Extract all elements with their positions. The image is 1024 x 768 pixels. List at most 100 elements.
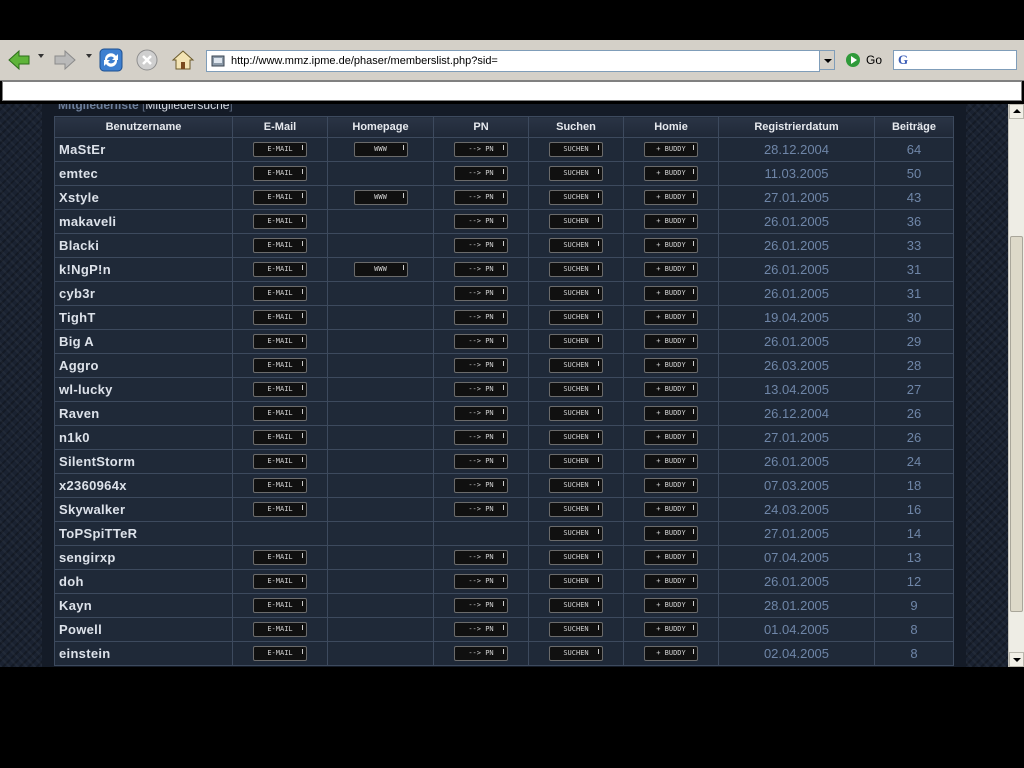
member-name-link[interactable]: ToPSpiTTeR <box>59 526 137 541</box>
add-buddy-button[interactable]: + BUDDY <box>644 621 698 637</box>
email-button[interactable]: E-MAIL <box>253 237 307 253</box>
search-posts-button[interactable]: SUCHEN <box>549 573 603 589</box>
add-buddy-button[interactable]: + BUDDY <box>644 405 698 421</box>
private-message-button[interactable]: --> PN <box>454 429 508 445</box>
member-name-link[interactable]: wl-lucky <box>59 382 113 397</box>
member-name-link[interactable]: Kayn <box>59 598 92 613</box>
search-posts-button[interactable]: SUCHEN <box>549 405 603 421</box>
add-buddy-button[interactable]: + BUDDY <box>644 549 698 565</box>
forward-dropdown-icon[interactable] <box>86 54 92 58</box>
email-button[interactable]: E-MAIL <box>253 477 307 493</box>
email-button[interactable]: E-MAIL <box>253 381 307 397</box>
add-buddy-button[interactable]: + BUDDY <box>644 141 698 157</box>
search-posts-button[interactable]: SUCHEN <box>549 501 603 517</box>
email-button[interactable]: E-MAIL <box>253 285 307 301</box>
scroll-down-button[interactable] <box>1009 652 1024 667</box>
member-name-link[interactable]: Blacki <box>59 238 99 253</box>
search-posts-button[interactable]: SUCHEN <box>549 549 603 565</box>
member-name-link[interactable]: Powell <box>59 622 102 637</box>
scroll-thumb[interactable] <box>1010 236 1023 612</box>
homepage-button[interactable]: WWW <box>353 141 408 157</box>
private-message-button[interactable]: --> PN <box>454 405 508 421</box>
search-posts-button[interactable]: SUCHEN <box>549 261 603 277</box>
member-name-link[interactable]: TighT <box>59 310 96 325</box>
scroll-up-button[interactable] <box>1009 104 1024 119</box>
email-button[interactable]: E-MAIL <box>253 357 307 373</box>
member-name-link[interactable]: Aggro <box>59 358 99 373</box>
member-name-link[interactable]: Skywalker <box>59 502 125 517</box>
homepage-button[interactable]: WWW <box>353 261 408 277</box>
back-dropdown-icon[interactable] <box>38 54 44 58</box>
add-buddy-button[interactable]: + BUDDY <box>644 381 698 397</box>
add-buddy-button[interactable]: + BUDDY <box>644 429 698 445</box>
add-buddy-button[interactable]: + BUDDY <box>644 597 698 613</box>
private-message-button[interactable]: --> PN <box>454 285 508 301</box>
member-name-link[interactable]: doh <box>59 574 84 589</box>
member-name-link[interactable]: k!NgP!n <box>59 262 111 277</box>
search-posts-button[interactable]: SUCHEN <box>549 189 603 205</box>
reload-button[interactable] <box>98 46 124 74</box>
email-button[interactable]: E-MAIL <box>253 429 307 445</box>
add-buddy-button[interactable]: + BUDDY <box>644 477 698 493</box>
search-posts-button[interactable]: SUCHEN <box>549 453 603 469</box>
private-message-button[interactable]: --> PN <box>454 501 508 517</box>
add-buddy-button[interactable]: + BUDDY <box>644 453 698 469</box>
member-name-link[interactable]: n1k0 <box>59 430 90 445</box>
column-header-username[interactable]: Benutzername <box>54 116 233 138</box>
search-posts-button[interactable]: SUCHEN <box>549 141 603 157</box>
member-name-link[interactable]: einstein <box>59 646 111 661</box>
add-buddy-button[interactable]: + BUDDY <box>644 213 698 229</box>
add-buddy-button[interactable]: + BUDDY <box>644 357 698 373</box>
search-posts-button[interactable]: SUCHEN <box>549 333 603 349</box>
url-input[interactable]: http://www.mmz.ipme.de/phaser/memberslis… <box>206 50 820 72</box>
stop-button[interactable] <box>134 46 160 74</box>
search-posts-button[interactable]: SUCHEN <box>549 477 603 493</box>
search-posts-button[interactable]: SUCHEN <box>549 621 603 637</box>
member-name-link[interactable]: MaStEr <box>59 142 106 157</box>
private-message-button[interactable]: --> PN <box>454 645 508 661</box>
private-message-button[interactable]: --> PN <box>454 453 508 469</box>
private-message-button[interactable]: --> PN <box>454 261 508 277</box>
email-button[interactable]: E-MAIL <box>253 213 307 229</box>
add-buddy-button[interactable]: + BUDDY <box>644 285 698 301</box>
home-button[interactable] <box>170 46 196 74</box>
private-message-button[interactable]: --> PN <box>454 333 508 349</box>
private-message-button[interactable]: --> PN <box>454 573 508 589</box>
email-button[interactable]: E-MAIL <box>253 597 307 613</box>
search-posts-button[interactable]: SUCHEN <box>549 381 603 397</box>
member-name-link[interactable]: Raven <box>59 406 100 421</box>
private-message-button[interactable]: --> PN <box>454 189 508 205</box>
add-buddy-button[interactable]: + BUDDY <box>644 309 698 325</box>
private-message-button[interactable]: --> PN <box>454 549 508 565</box>
search-posts-button[interactable]: SUCHEN <box>549 237 603 253</box>
email-button[interactable]: E-MAIL <box>253 453 307 469</box>
add-buddy-button[interactable]: + BUDDY <box>644 333 698 349</box>
email-button[interactable]: E-MAIL <box>253 405 307 421</box>
private-message-button[interactable]: --> PN <box>454 213 508 229</box>
member-name-link[interactable]: cyb3r <box>59 286 95 301</box>
member-name-link[interactable]: sengirxp <box>59 550 116 565</box>
email-button[interactable]: E-MAIL <box>253 645 307 661</box>
forward-button[interactable] <box>52 46 78 74</box>
search-posts-button[interactable]: SUCHEN <box>549 213 603 229</box>
add-buddy-button[interactable]: + BUDDY <box>644 573 698 589</box>
email-button[interactable]: E-MAIL <box>253 141 307 157</box>
search-posts-button[interactable]: SUCHEN <box>549 357 603 373</box>
private-message-button[interactable]: --> PN <box>454 309 508 325</box>
private-message-button[interactable]: --> PN <box>454 141 508 157</box>
email-button[interactable]: E-MAIL <box>253 333 307 349</box>
private-message-button[interactable]: --> PN <box>454 621 508 637</box>
add-buddy-button[interactable]: + BUDDY <box>644 525 698 541</box>
search-posts-button[interactable]: SUCHEN <box>549 429 603 445</box>
search-input[interactable]: G <box>893 50 1017 70</box>
email-button[interactable]: E-MAIL <box>253 261 307 277</box>
email-button[interactable]: E-MAIL <box>253 549 307 565</box>
member-name-link[interactable]: SilentStorm <box>59 454 135 469</box>
homepage-button[interactable]: WWW <box>353 189 408 205</box>
email-button[interactable]: E-MAIL <box>253 501 307 517</box>
email-button[interactable]: E-MAIL <box>253 621 307 637</box>
member-name-link[interactable]: makaveli <box>59 214 116 229</box>
member-name-link[interactable]: Big A <box>59 334 94 349</box>
add-buddy-button[interactable]: + BUDDY <box>644 189 698 205</box>
search-posts-button[interactable]: SUCHEN <box>549 597 603 613</box>
